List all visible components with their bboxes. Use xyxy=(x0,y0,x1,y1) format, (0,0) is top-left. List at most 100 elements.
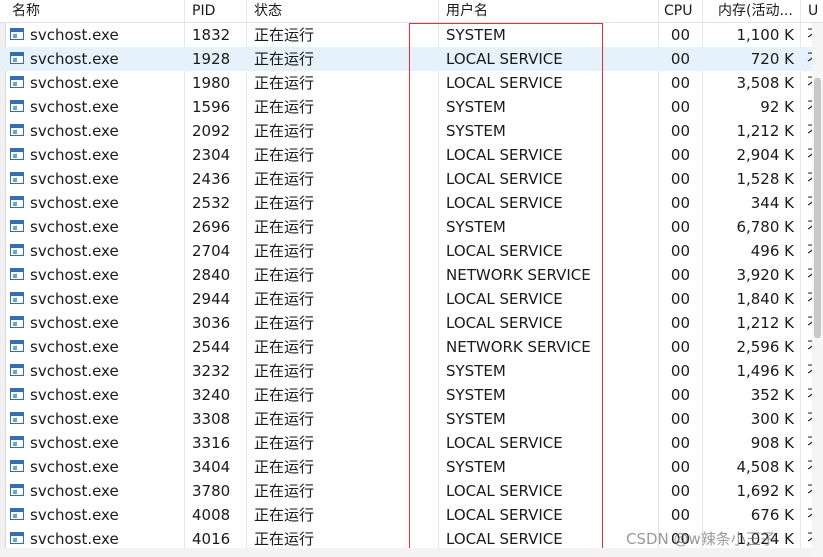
watermark: CSDN @w辣条小王子 xyxy=(626,530,776,548)
process-cpu: 00 xyxy=(670,434,690,452)
column-header-bar: 名称 PID 状态 用户名 CPU 内存(活动... U xyxy=(0,0,823,23)
process-username: LOCAL SERVICE xyxy=(446,50,563,68)
process-window-icon xyxy=(10,316,24,328)
column-header-status[interactable]: 状态 xyxy=(254,0,434,22)
process-cpu: 00 xyxy=(670,146,690,164)
vertical-scrollbar[interactable] xyxy=(812,23,823,557)
process-pid: 2092 xyxy=(192,122,231,140)
table-row[interactable]: svchost.exe3404正在运行SYSTEM004,508 K不 xyxy=(0,455,823,479)
process-username: LOCAL SERVICE xyxy=(446,506,563,524)
process-cpu: 00 xyxy=(670,26,690,44)
process-cpu: 00 xyxy=(670,386,690,404)
column-header-memory[interactable]: 内存(活动... xyxy=(718,0,802,22)
table-row[interactable]: svchost.exe3316正在运行LOCAL SERVICE00908 K不 xyxy=(0,431,823,455)
table-row[interactable]: svchost.exe1596正在运行SYSTEM0092 K不 xyxy=(0,95,823,119)
horizontal-scrollbar[interactable] xyxy=(0,548,812,557)
process-window-icon xyxy=(10,532,24,544)
process-window-icon xyxy=(10,292,24,304)
process-memory: 2,596 K xyxy=(736,338,794,356)
process-name: svchost.exe xyxy=(30,194,119,212)
process-window-icon xyxy=(10,436,24,448)
table-row[interactable]: svchost.exe2532正在运行LOCAL SERVICE00344 K不 xyxy=(0,191,823,215)
process-window-icon xyxy=(10,244,24,256)
process-username: LOCAL SERVICE xyxy=(446,314,563,332)
process-username: LOCAL SERVICE xyxy=(446,434,563,452)
process-pid: 1928 xyxy=(192,50,231,68)
process-window-icon xyxy=(10,388,24,400)
process-memory: 300 K xyxy=(750,410,794,428)
process-status: 正在运行 xyxy=(254,26,315,44)
process-window-icon xyxy=(10,508,24,520)
process-cpu: 00 xyxy=(670,482,690,500)
table-row[interactable]: svchost.exe 2304 正在运行 LOCAL SERVICE 00 2,904 … xyxy=(0,143,823,167)
process-cpu: 00 xyxy=(670,218,690,236)
process-memory: 676 K xyxy=(750,506,794,524)
table-row[interactable]: svchost.exe3240正在运行SYSTEM00352 K不 xyxy=(0,383,823,407)
process-status: 正在运行 xyxy=(254,122,315,140)
table-row[interactable]: svchost.exe2696正在运行SYSTEM006,780 K不 xyxy=(0,215,823,239)
process-status: 正在运行 xyxy=(254,434,315,452)
process-pid: 2696 xyxy=(192,218,231,236)
process-pid: 2944 xyxy=(192,290,231,308)
table-row[interactable]: svchost.exe2092正在运行SYSTEM001,212 K不 xyxy=(0,119,823,143)
table-row[interactable]: svchost.exe 2944 正在运行 LOCAL SERVICE 00 1,840 … xyxy=(0,287,823,311)
column-header-cpu[interactable]: CPU xyxy=(664,0,698,22)
process-status: 正在运行 xyxy=(254,170,315,188)
process-pid: 2436 xyxy=(192,170,231,188)
column-header-name[interactable]: 名称 xyxy=(12,0,182,22)
process-username: NETWORK SERVICE xyxy=(446,338,591,356)
process-username: SYSTEM xyxy=(446,26,506,44)
process-window-icon xyxy=(10,484,24,496)
process-pid: 2304 xyxy=(192,146,231,164)
table-row[interactable]: svchost.exe4008正在运行LOCAL SERVICE00676 K不 xyxy=(0,503,823,527)
process-name: svchost.exe xyxy=(30,50,119,68)
process-window-icon xyxy=(10,124,24,136)
process-window-icon xyxy=(10,172,24,184)
process-cpu: 00 xyxy=(670,314,690,332)
process-memory: 344 K xyxy=(750,194,794,212)
process-status: 正在运行 xyxy=(254,362,315,380)
scrollbar-thumb[interactable] xyxy=(814,78,821,338)
process-username: LOCAL SERVICE xyxy=(446,194,563,212)
column-header-username[interactable]: 用户名 xyxy=(446,0,656,22)
process-memory: 1,496 K xyxy=(736,362,794,380)
process-status: 正在运行 xyxy=(254,50,315,68)
process-status: 正在运行 xyxy=(254,98,315,116)
process-cpu: 00 xyxy=(670,170,690,188)
process-window-icon xyxy=(10,412,24,424)
process-name: svchost.exe xyxy=(30,506,119,524)
process-cpu: 00 xyxy=(670,266,690,284)
table-row[interactable]: svchost.exe2704正在运行LOCAL SERVICE00496 K不 xyxy=(0,239,823,263)
process-username: NETWORK SERVICE xyxy=(446,266,591,284)
process-pid: 3404 xyxy=(192,458,231,476)
table-row[interactable]: svchost.exe 2544 正在运行 NETWORK SERVICE 00 2,59… xyxy=(0,335,823,359)
process-window-icon xyxy=(10,460,24,472)
process-window-icon xyxy=(10,340,24,352)
process-name: svchost.exe xyxy=(30,386,119,404)
table-row[interactable]: svchost.exe 1980 正在运行 LOCAL SERVICE 00 3,508 … xyxy=(0,71,823,95)
column-header-pid[interactable]: PID xyxy=(192,0,242,22)
table-row[interactable]: svchost.exe 3036 正在运行 LOCAL SERVICE 00 1,212 … xyxy=(0,311,823,335)
process-username: SYSTEM xyxy=(446,458,506,476)
table-row[interactable]: svchost.exe 3780 正在运行 LOCAL SERVICE 00 1,692 … xyxy=(0,479,823,503)
process-status: 正在运行 xyxy=(254,458,315,476)
process-memory: 496 K xyxy=(750,242,794,260)
process-pid: 2532 xyxy=(192,194,231,212)
table-row[interactable]: svchost.exe3232正在运行SYSTEM001,496 K不 xyxy=(0,359,823,383)
table-row[interactable]: svchost.exe1832正在运行SYSTEM001,100 K不 xyxy=(0,23,823,47)
process-username: SYSTEM xyxy=(446,362,506,380)
process-name: svchost.exe xyxy=(30,122,119,140)
table-row[interactable]: svchost.exe3308正在运行SYSTEM00300 K不 xyxy=(0,407,823,431)
process-username: LOCAL SERVICE xyxy=(446,290,563,308)
column-header-extra[interactable]: U xyxy=(808,0,818,22)
process-status: 正在运行 xyxy=(254,242,315,260)
process-pid: 4008 xyxy=(192,506,231,524)
process-status: 正在运行 xyxy=(254,290,315,308)
table-row[interactable]: svchost.exe 2436 正在运行 LOCAL SERVICE 00 1,528 … xyxy=(0,167,823,191)
process-pid: 3240 xyxy=(192,386,231,404)
process-status: 正在运行 xyxy=(254,146,315,164)
table-row[interactable]: svchost.exe 2840 正在运行 NETWORK SERVICE 00 3,92… xyxy=(0,263,823,287)
table-row[interactable]: svchost.exe1928正在运行LOCAL SERVICE00720 K不 xyxy=(0,47,823,71)
process-pid: 1832 xyxy=(192,26,231,44)
process-username: LOCAL SERVICE xyxy=(446,74,563,92)
